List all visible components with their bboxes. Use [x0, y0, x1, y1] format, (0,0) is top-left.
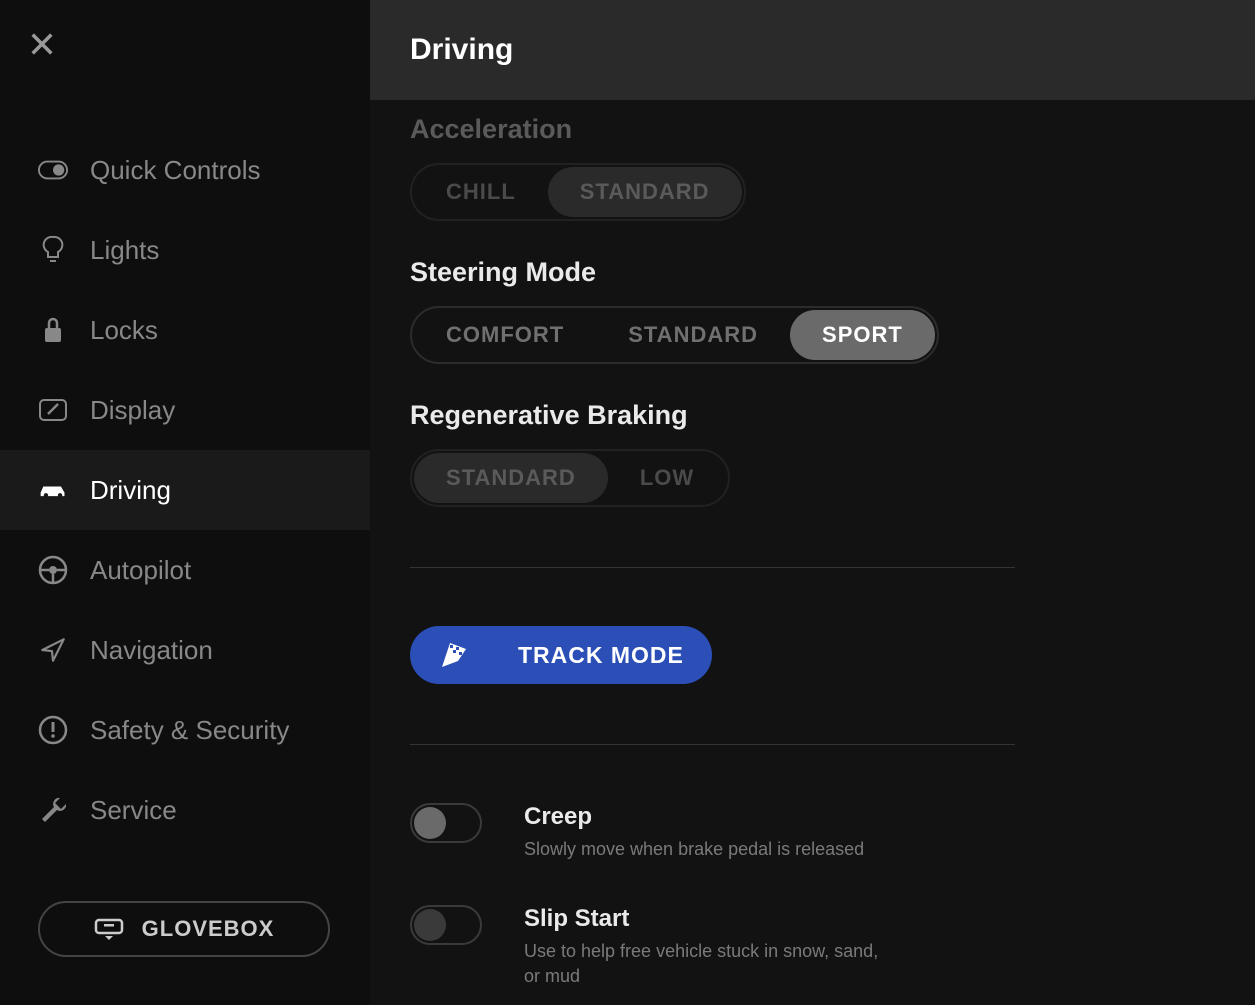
creep-toggle[interactable] — [410, 803, 482, 843]
lightbulb-icon — [38, 235, 68, 265]
sidebar-item-locks[interactable]: Locks — [0, 290, 370, 370]
sidebar-item-lights[interactable]: Lights — [0, 210, 370, 290]
steering-label: Steering Mode — [410, 257, 1215, 288]
sidebar-item-label: Autopilot — [90, 555, 191, 586]
acceleration-segmented: CHILL STANDARD — [410, 163, 746, 221]
track-mode-label: TRACK MODE — [518, 642, 684, 669]
nav-list: Quick Controls Lights Locks Display Driv… — [0, 130, 370, 901]
sidebar-item-safety-security[interactable]: Safety & Security — [0, 690, 370, 770]
sidebar-item-label: Quick Controls — [90, 155, 261, 186]
navigation-arrow-icon — [38, 635, 68, 665]
car-icon — [38, 475, 68, 505]
sidebar-item-label: Lights — [90, 235, 159, 266]
flag-icon — [440, 641, 468, 669]
sidebar-item-label: Locks — [90, 315, 158, 346]
sidebar-item-label: Safety & Security — [90, 715, 289, 746]
sidebar-item-label: Service — [90, 795, 177, 826]
glovebox-icon — [94, 918, 124, 940]
regen-option-low[interactable]: LOW — [608, 453, 726, 503]
glovebox-label: GLOVEBOX — [142, 916, 275, 942]
sidebar-item-quick-controls[interactable]: Quick Controls — [0, 130, 370, 210]
steering-option-comfort[interactable]: COMFORT — [414, 310, 596, 360]
settings-content: Acceleration CHILL STANDARD Steering Mod… — [370, 100, 1255, 988]
regen-option-standard[interactable]: STANDARD — [414, 453, 608, 503]
alert-circle-icon — [38, 715, 68, 745]
main-panel: Driving Acceleration CHILL STANDARD Stee… — [370, 0, 1255, 1005]
divider — [410, 744, 1015, 745]
acceleration-option-standard[interactable]: STANDARD — [548, 167, 742, 217]
slip-start-toggle[interactable] — [410, 905, 482, 945]
page-title: Driving — [410, 33, 513, 67]
sidebar-item-display[interactable]: Display — [0, 370, 370, 450]
toggle-icon — [38, 155, 68, 185]
creep-desc: Slowly move when brake pedal is released — [524, 837, 864, 861]
acceleration-option-chill[interactable]: CHILL — [414, 167, 548, 217]
wrench-icon — [38, 795, 68, 825]
sidebar-item-navigation[interactable]: Navigation — [0, 610, 370, 690]
sidebar: Quick Controls Lights Locks Display Driv… — [0, 0, 370, 1005]
sidebar-item-driving[interactable]: Driving — [0, 450, 370, 530]
sidebar-item-label: Navigation — [90, 635, 213, 666]
sidebar-item-service[interactable]: Service — [0, 770, 370, 850]
close-icon[interactable] — [28, 30, 56, 58]
sidebar-item-label: Display — [90, 395, 175, 426]
slip-start-desc: Use to help free vehicle stuck in snow, … — [524, 939, 884, 988]
regen-label: Regenerative Braking — [410, 400, 1215, 431]
page-header: Driving — [370, 0, 1255, 100]
steering-option-sport[interactable]: SPORT — [790, 310, 935, 360]
lock-icon — [38, 315, 68, 345]
divider — [410, 567, 1015, 568]
creep-title: Creep — [524, 803, 864, 831]
display-icon — [38, 395, 68, 425]
steering-segmented: COMFORT STANDARD SPORT — [410, 306, 939, 364]
steering-option-standard[interactable]: STANDARD — [596, 310, 790, 360]
sidebar-item-label: Driving — [90, 475, 171, 506]
track-mode-button[interactable]: TRACK MODE — [410, 626, 712, 684]
regen-segmented: STANDARD LOW — [410, 449, 730, 507]
slip-start-title: Slip Start — [524, 905, 884, 933]
glovebox-button[interactable]: GLOVEBOX — [38, 901, 330, 957]
sidebar-item-autopilot[interactable]: Autopilot — [0, 530, 370, 610]
steering-wheel-icon — [38, 555, 68, 585]
acceleration-label: Acceleration — [410, 114, 1215, 145]
